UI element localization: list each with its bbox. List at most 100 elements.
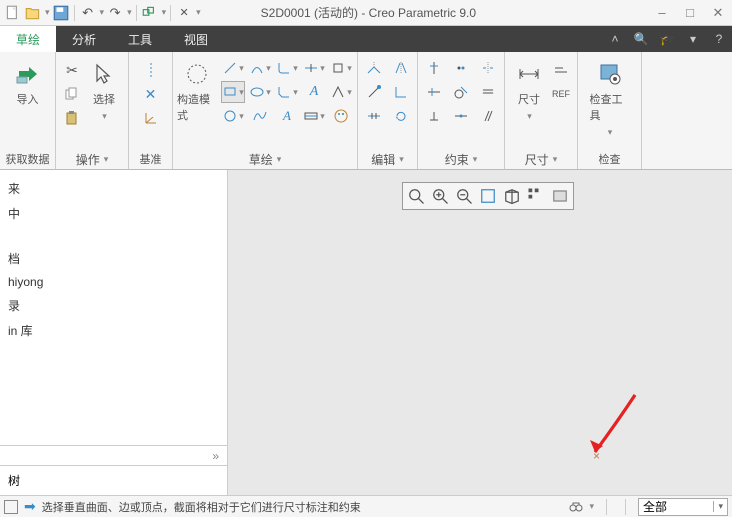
- graphics-viewport[interactable]: ×: [228, 170, 732, 495]
- display-style-icon[interactable]: [502, 186, 522, 206]
- sketcher-display-icon[interactable]: [526, 186, 546, 206]
- chamfer-tool-icon[interactable]: ▾: [275, 81, 299, 103]
- palette-icon[interactable]: [329, 105, 353, 127]
- zoom-out-icon[interactable]: [454, 186, 474, 206]
- new-file-icon[interactable]: [4, 4, 22, 22]
- construction-label: 构造模式: [177, 91, 217, 123]
- thicken-edge-icon[interactable]: ▾: [329, 81, 353, 103]
- rotate-resize-icon[interactable]: [389, 105, 413, 127]
- find-dropdown-icon[interactable]: ▾: [589, 501, 594, 512]
- fillet-tool-icon[interactable]: ▾: [275, 57, 299, 79]
- baseline-dim-icon[interactable]: [549, 59, 573, 81]
- close-window-icon[interactable]: ✕: [175, 4, 193, 22]
- dimension-button[interactable]: 尺寸 ▾: [509, 55, 549, 122]
- tree-expander[interactable]: »: [0, 445, 227, 465]
- spline-curve-icon[interactable]: ▾: [302, 57, 326, 79]
- midpoint-constraint-icon[interactable]: [449, 105, 473, 127]
- tab-sketch[interactable]: 草绘: [0, 26, 56, 52]
- tangent-constraint-icon[interactable]: [449, 81, 473, 103]
- tree-item[interactable]: 录: [0, 293, 227, 318]
- open-file-icon[interactable]: [24, 4, 42, 22]
- construction-mode-button[interactable]: 构造模式: [177, 55, 217, 127]
- group-datum-label: 基准: [133, 149, 168, 169]
- dimension-label: 尺寸: [518, 91, 540, 107]
- minimize-button[interactable]: –: [652, 5, 672, 21]
- quick-access-toolbar: ▾ ↶ ▾ ↷ ▾ ▾ ✕ ▾: [4, 4, 201, 22]
- regen-dropdown-icon[interactable]: ▾: [162, 7, 167, 18]
- offset-edge-icon[interactable]: ▾: [329, 57, 353, 79]
- inspect-dropdown-icon[interactable]: ▾: [608, 127, 613, 138]
- ribbon-options-dropdown[interactable]: ▾: [680, 26, 706, 52]
- collapse-ribbon-icon[interactable]: ˄: [602, 26, 628, 52]
- equal-constraint-icon[interactable]: ＝: [476, 81, 500, 103]
- line-tool-icon[interactable]: ▾: [221, 57, 245, 79]
- save-icon[interactable]: [52, 4, 70, 22]
- group-constraint-label: 约束: [445, 151, 469, 168]
- zoom-in-icon[interactable]: [430, 186, 450, 206]
- repaint-icon[interactable]: [478, 186, 498, 206]
- ellipse-tool-icon[interactable]: ▾: [248, 81, 272, 103]
- status-checkbox[interactable]: [4, 500, 18, 514]
- trim-icon[interactable]: [362, 57, 386, 79]
- tree-item[interactable]: in 库: [0, 318, 227, 343]
- tree-item[interactable]: 来: [0, 176, 227, 201]
- parallel-constraint-icon[interactable]: [476, 105, 500, 127]
- ref-dim-icon[interactable]: REF: [549, 83, 573, 105]
- extend-icon[interactable]: [362, 81, 386, 103]
- paste-icon[interactable]: [60, 107, 84, 129]
- group-inspect-label: 检查: [582, 149, 637, 169]
- project-icon[interactable]: ▾: [302, 105, 326, 127]
- mirror-icon[interactable]: [389, 57, 413, 79]
- text-tool2-icon[interactable]: A: [275, 105, 299, 127]
- coincident-constraint-icon[interactable]: [449, 57, 473, 79]
- select-dropdown-icon[interactable]: ▾: [102, 111, 107, 122]
- symmetric-constraint-icon[interactable]: [476, 57, 500, 79]
- tab-view[interactable]: 视图: [168, 26, 224, 52]
- learning-icon[interactable]: 🎓: [654, 26, 680, 52]
- regenerate-icon[interactable]: [141, 4, 159, 22]
- search-commands-icon[interactable]: 🔍: [628, 26, 654, 52]
- dimension-dropdown-icon[interactable]: ▾: [527, 111, 532, 122]
- tab-analysis[interactable]: 分析: [56, 26, 112, 52]
- find-icon[interactable]: [568, 499, 584, 515]
- maximize-button[interactable]: □: [680, 5, 700, 21]
- vertical-constraint-icon[interactable]: [422, 57, 446, 79]
- rectangle-tool-icon[interactable]: ▾: [221, 81, 245, 103]
- centerline-icon[interactable]: [139, 59, 163, 81]
- tree-footer-label: 树: [0, 465, 227, 495]
- import-button[interactable]: 导入: [8, 55, 48, 107]
- inspect-button[interactable]: 检查工具 ▾: [590, 55, 630, 138]
- status-arrow-icon: ➡: [24, 498, 36, 515]
- close-dropdown-icon[interactable]: ▾: [196, 7, 201, 18]
- undo-icon[interactable]: ↶: [79, 4, 97, 22]
- close-button[interactable]: ✕: [708, 5, 728, 21]
- help-icon[interactable]: ?: [706, 26, 732, 52]
- tree-item[interactable]: 中: [0, 201, 227, 226]
- saved-views-icon[interactable]: [550, 186, 570, 206]
- divide-icon[interactable]: [362, 105, 386, 127]
- corner-icon[interactable]: [389, 81, 413, 103]
- circle-tool-icon[interactable]: ▾: [221, 105, 245, 127]
- svg-text:×: ×: [593, 449, 600, 460]
- group-sketch-label: 草绘: [249, 151, 273, 168]
- select-button[interactable]: 选择 ▾: [84, 55, 124, 129]
- spline-tool-icon[interactable]: [248, 105, 272, 127]
- selection-filter-combo[interactable]: 全部 ▾: [638, 498, 728, 516]
- redo-icon[interactable]: ↷: [106, 4, 124, 22]
- point-icon[interactable]: ✕: [139, 83, 163, 105]
- tab-tools[interactable]: 工具: [112, 26, 168, 52]
- text-tool-icon[interactable]: A: [302, 81, 326, 103]
- cut-icon[interactable]: ✂: [60, 59, 84, 81]
- refit-icon[interactable]: [406, 186, 426, 206]
- open-dropdown-icon[interactable]: ▾: [45, 7, 50, 18]
- copy-icon[interactable]: [60, 83, 84, 105]
- coord-sys-icon[interactable]: [139, 107, 163, 129]
- undo-dropdown-icon[interactable]: ▾: [100, 7, 105, 18]
- tree-item[interactable]: hiyong: [0, 271, 227, 293]
- tree-item[interactable]: 档: [0, 246, 227, 271]
- horizontal-constraint-icon[interactable]: [422, 81, 446, 103]
- arc-tool-icon[interactable]: ▾: [248, 57, 272, 79]
- redo-dropdown-icon[interactable]: ▾: [127, 7, 132, 18]
- perpendicular-constraint-icon[interactable]: [422, 105, 446, 127]
- group-getdata-label: 获取数据: [4, 149, 51, 169]
